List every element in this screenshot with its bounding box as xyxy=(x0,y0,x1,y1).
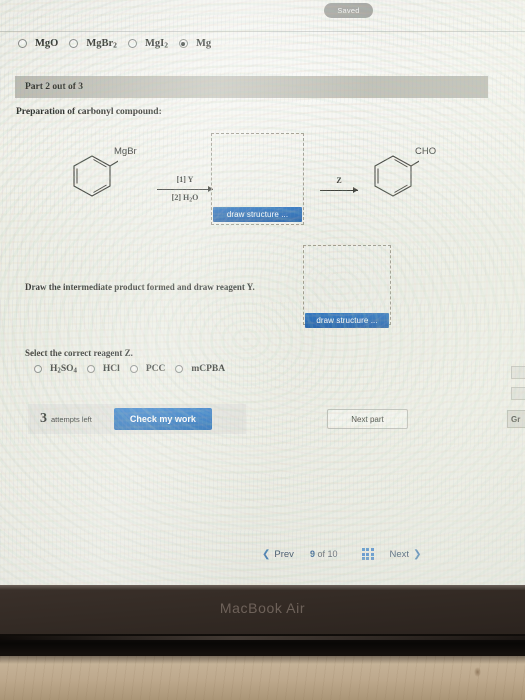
attempts-label: attempts left xyxy=(51,415,92,424)
radio-mcpba[interactable] xyxy=(175,365,184,374)
select-reagent-instruction: Select the correct reagent Z. xyxy=(25,348,133,358)
photo-of-laptop: Saved MgO MgBr2 MgI2 Mg Part 2 out of 3 … xyxy=(0,0,525,700)
draw-structure-button-2[interactable]: draw structure ... xyxy=(305,313,389,328)
option-h2so4[interactable]: H2SO4 xyxy=(34,364,77,375)
option-label-mgi2: MgI2 xyxy=(144,38,168,50)
laptop-shadow xyxy=(0,654,525,664)
reaction-arrow-2: Z xyxy=(320,176,358,195)
product-molecule-benzaldehyde: CHO xyxy=(363,146,436,209)
page-title: Preparation of carbonyl compound: xyxy=(16,107,162,117)
current-page: 9 xyxy=(309,549,315,559)
next-button[interactable]: Next xyxy=(390,549,410,560)
reagent-z-options-row: H2SO4 HCl PCC mCPBA xyxy=(34,364,235,375)
check-my-work-button[interactable]: Check my work xyxy=(113,408,212,430)
reaction-arrow-1: [1] Y [2] H2O xyxy=(157,175,213,204)
attempts-count: 3 xyxy=(40,411,47,426)
homework-page: Saved MgO MgBr2 MgI2 Mg Part 2 out of 3 … xyxy=(0,0,525,588)
option-mgo[interactable]: MgO xyxy=(18,38,58,49)
reactant-label: MgBr xyxy=(114,146,137,157)
option-label-pcc: PCC xyxy=(145,364,166,375)
option-mcpba[interactable]: mCPBA xyxy=(175,364,225,374)
pagination-bar: ❮ Prev 9 of 10 Next ❯ xyxy=(262,548,421,560)
part-banner: Part 2 out of 3 xyxy=(15,76,488,98)
benzene-ring-product xyxy=(374,155,422,197)
chevron-right-icon[interactable]: ❯ xyxy=(413,549,421,560)
option-label-hcl: HCl xyxy=(102,364,120,375)
option-pcc[interactable]: PCC xyxy=(129,364,166,375)
option-label-h2so4: H2SO4 xyxy=(50,364,77,375)
grid-icon[interactable] xyxy=(361,548,374,560)
reactant-molecule-phenylmagnesium-bromide: MgBr xyxy=(62,146,137,209)
radio-mgi2[interactable] xyxy=(127,39,137,49)
radio-hcl[interactable] xyxy=(86,365,95,374)
arrow2-line xyxy=(320,187,358,194)
header-divider xyxy=(0,31,525,32)
radio-mg[interactable] xyxy=(178,39,188,49)
arrow2-top-label: Z xyxy=(336,176,342,185)
radio-mgbr2[interactable] xyxy=(69,39,79,49)
benzene-ring-reactant xyxy=(73,155,121,197)
action-bar: 3 attempts left Check my work xyxy=(28,404,246,434)
product-label: CHO xyxy=(415,146,437,157)
option-mg[interactable]: Mg xyxy=(178,38,212,50)
chevron-left-icon[interactable]: ❮ xyxy=(262,549,270,560)
page-counter: 9 of 10 xyxy=(310,549,338,559)
option-label-mg: Mg xyxy=(195,38,212,50)
option-label-mgbr2: MgBr2 xyxy=(86,38,117,50)
option-hcl[interactable]: HCl xyxy=(86,364,120,375)
attempts-indicator: 3 attempts left xyxy=(40,411,92,427)
option-label-mgo: MgO xyxy=(35,38,59,50)
answer-options-row: MgO MgBr2 MgI2 Mg xyxy=(18,38,222,50)
next-part-button[interactable]: Next part xyxy=(327,409,408,429)
arrow1-bottom-label: [2] H2O xyxy=(171,192,199,204)
draw-structure-button-1[interactable]: draw structure ... xyxy=(213,207,302,222)
option-mgbr2[interactable]: MgBr2 xyxy=(69,38,117,50)
status-badge: Saved xyxy=(324,3,373,18)
laptop-screen: Saved MgO MgBr2 MgI2 Mg Part 2 out of 3 … xyxy=(0,0,525,588)
total-pages: 10 xyxy=(327,549,338,559)
radio-pcc[interactable] xyxy=(129,365,138,374)
intermediate-instruction: Draw the intermediate product formed and… xyxy=(25,282,255,292)
edge-panel-item-1[interactable] xyxy=(511,366,525,379)
edge-panel-button[interactable]: Gr xyxy=(507,410,525,428)
radio-mgo[interactable] xyxy=(18,39,27,49)
radio-h2so4[interactable] xyxy=(34,365,42,374)
prev-button[interactable]: Prev xyxy=(274,549,294,560)
hinge-highlight xyxy=(0,636,525,640)
arrow1-line xyxy=(157,186,213,193)
of-label: of xyxy=(317,549,325,559)
edge-panel-item-2[interactable] xyxy=(511,387,525,400)
option-mgi2[interactable]: MgI2 xyxy=(127,38,168,50)
option-label-mcpba: mCPBA xyxy=(191,364,226,375)
arrow1-top-label: [1] Y xyxy=(176,175,194,184)
device-brand-label: MacBook Air xyxy=(219,600,306,616)
desk-wood-knot xyxy=(474,667,481,677)
